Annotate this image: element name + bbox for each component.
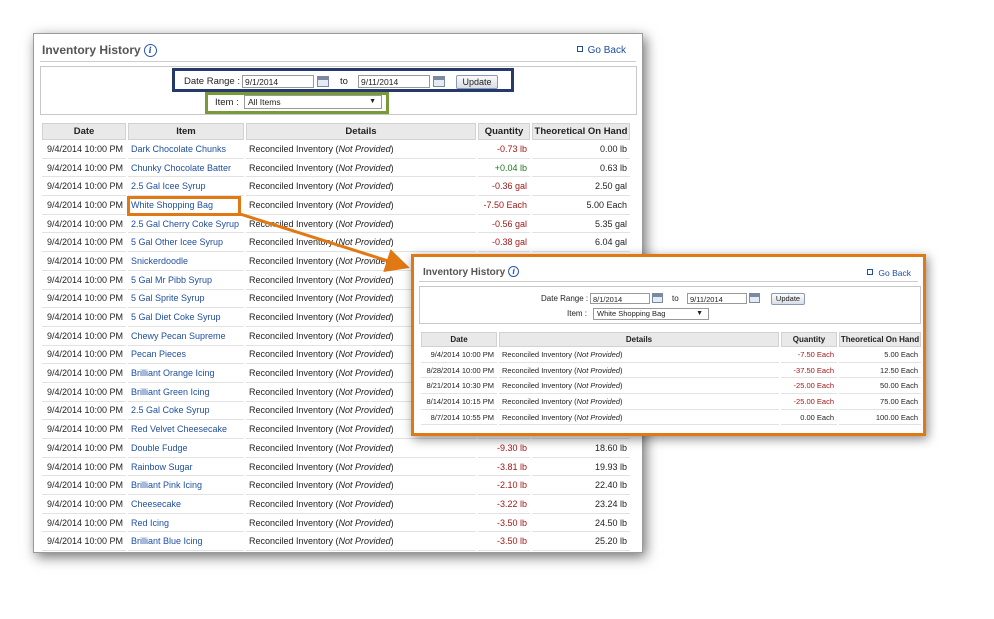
zoom-filter-box: Date Range : 8/1/2014 to 9/11/2014 Updat… [419,286,921,324]
row-on-hand: 5.00 Each [839,347,921,363]
zoom-item-label: Item : [567,309,588,318]
table-row: 8/28/2014 10:00 PM Reconciled Inventory (… [421,363,921,379]
zoom-go-back-link[interactable]: Go Back [867,268,911,278]
square-bullet-icon [867,269,874,275]
row-date: 8/14/2014 10:15 PM [421,394,497,410]
row-details: Reconciled Inventory (Not Provided) [499,378,779,395]
row-details-text: Reconciled Inventory [502,381,573,391]
row-details-note: Not Provided [576,412,620,422]
zoom-date-to-input[interactable]: 9/11/2014 [687,293,747,304]
row-date: 8/28/2014 10:00 PM [421,363,497,379]
zoom-title-divider [419,281,918,282]
row-details: Reconciled Inventory (Not Provided) [499,347,779,363]
row-details-text: Reconciled Inventory [502,396,573,406]
row-date: 8/21/2014 10:30 PM [421,378,497,395]
row-date: 8/7/2014 10:55 PM [421,410,497,426]
row-details-note: Not Provided [576,365,620,375]
zoom-page-title: Inventory History i [423,266,520,278]
row-quantity: -25.00 Each [781,378,837,395]
calendar-icon[interactable] [652,293,663,303]
zoom-update-button[interactable]: Update [771,293,805,305]
row-on-hand: 100.00 Each [839,410,921,426]
row-on-hand: 50.00 Each [839,378,921,395]
row-details-note: Not Provided [576,396,620,406]
info-icon[interactable]: i [508,266,520,277]
row-on-hand: 75.00 Each [839,394,921,410]
row-details-text: Reconciled Inventory [502,349,573,359]
zoom-item-select-value: White Shopping Bag [597,309,666,318]
row-quantity: -7.50 Each [781,347,837,363]
zoom-column-header-date: Date [421,332,497,347]
zoom-page-title-text: Inventory History [423,267,506,278]
row-quantity: -37.50 Each [781,363,837,379]
calendar-icon[interactable] [749,293,760,303]
row-details-note: Not Provided [576,349,620,359]
row-details: Reconciled Inventory (Not Provided) [499,410,779,426]
zoom-item-select[interactable]: White Shopping Bag ▼ [593,308,709,320]
zoom-history-table: Date Details Quantity Theoretical On Han… [419,332,923,426]
row-details-text: Reconciled Inventory [502,365,573,375]
zoom-table-header-row: Date Details Quantity Theoretical On Han… [421,332,921,347]
zoom-column-header-details: Details [499,332,779,347]
row-quantity: 0.00 Each [781,410,837,426]
zoom-callout-panel: Inventory History i Go Back Date Range : … [411,254,926,436]
dropdown-arrow-icon: ▼ [696,310,703,317]
row-date: 9/4/2014 10:00 PM [421,347,497,363]
zoom-column-header-on-hand: Theoretical On Hand [839,332,921,347]
zoom-date-from-input[interactable]: 8/1/2014 [590,293,650,304]
row-quantity: -25.00 Each [781,394,837,410]
row-details: Reconciled Inventory (Not Provided) [499,363,779,379]
zoom-table-body: 9/4/2014 10:00 PM Reconciled Inventory (N… [421,347,921,426]
zoom-column-header-quantity: Quantity [781,332,837,347]
row-on-hand: 12.50 Each [839,363,921,379]
row-details-text: Reconciled Inventory [502,412,573,422]
table-row: 8/7/2014 10:55 PM Reconciled Inventory (N… [421,410,921,426]
row-details: Reconciled Inventory (Not Provided) [499,394,779,410]
table-row: 8/21/2014 10:30 PM Reconciled Inventory (… [421,378,921,395]
zoom-go-back-label: Go Back [878,268,911,278]
table-row: 8/14/2014 10:15 PM Reconciled Inventory (… [421,394,921,410]
table-row: 9/4/2014 10:00 PM Reconciled Inventory (N… [421,347,921,363]
zoom-to-label: to [672,294,679,303]
row-details-note: Not Provided [576,381,620,391]
zoom-date-range-label: Date Range : [541,294,589,303]
